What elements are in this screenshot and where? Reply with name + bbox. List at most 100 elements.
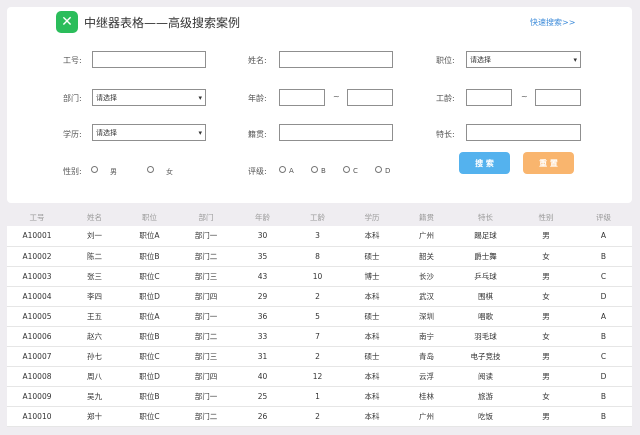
education-select[interactable]: 请选择 ▾ bbox=[92, 124, 206, 141]
table-cell: 部门一 bbox=[177, 306, 235, 327]
grade-c-radio[interactable] bbox=[343, 166, 350, 173]
table-cell: A10002 bbox=[7, 246, 67, 267]
table-cell: 李四 bbox=[67, 286, 122, 307]
age-max-input[interactable] bbox=[347, 89, 393, 106]
hometown-input[interactable] bbox=[279, 124, 393, 141]
table-cell: 男 bbox=[517, 306, 575, 327]
grade-a-radio[interactable] bbox=[279, 166, 286, 173]
table-row[interactable]: A10006 赵六 职位B 部门二 33 7 本科 南宁 羽毛球女 B bbox=[7, 326, 632, 347]
gender-female-text: 女 bbox=[166, 168, 173, 176]
table-cell: 部门四 bbox=[177, 366, 235, 387]
table-row[interactable]: A10007 孙七 职位C 部门三 31 2 硕士 青岛 电子竞技男 C bbox=[7, 346, 632, 367]
table-row[interactable]: A10001 刘一 职位A 部门一 30 3 本科 广州 踢足球男 A bbox=[7, 226, 632, 247]
table-cell: 职位D bbox=[122, 366, 177, 387]
table-row[interactable]: A10010 郑十 职位C 部门二 26 2 本科 广州 吃饭男 B bbox=[7, 406, 632, 427]
table-cell: 30 bbox=[235, 226, 290, 247]
position-select[interactable]: 请选择 ▾ bbox=[466, 51, 581, 68]
table-cell: 36 bbox=[235, 306, 290, 327]
table-cell: 部门一 bbox=[177, 226, 235, 247]
age-label: 年龄: bbox=[248, 94, 267, 103]
table-cell: 硕士 bbox=[345, 306, 399, 327]
table-cell: 韶关 bbox=[399, 246, 454, 267]
table-cell: B bbox=[575, 246, 632, 267]
table-cell: 本科 bbox=[345, 326, 399, 347]
grade-b-text: B bbox=[321, 167, 326, 175]
table-cell: 部门三 bbox=[177, 266, 235, 287]
search-button[interactable]: 搜 索 bbox=[459, 152, 510, 174]
gender-female-radio[interactable] bbox=[147, 166, 154, 173]
grade-d-text: D bbox=[385, 167, 391, 175]
table-cell: A10008 bbox=[7, 366, 67, 387]
table-cell: 广州 bbox=[399, 226, 454, 247]
table-row[interactable]: A10008 周八 职位D 部门四 40 12 本科 云浮 阅读男 D bbox=[7, 366, 632, 387]
table-cell: 职位A bbox=[122, 226, 177, 247]
table-cell: 3 bbox=[290, 226, 345, 247]
table-cell: 男 bbox=[517, 226, 575, 247]
table-row[interactable]: A10009 吴九 职位B 部门一 25 1 本科 桂林 旅游女 B bbox=[7, 386, 632, 407]
table-cell: 王五 bbox=[67, 306, 122, 327]
table-cell: 10 bbox=[290, 266, 345, 287]
table-cell: 赵六 bbox=[67, 326, 122, 347]
table-cell: 电子竞技 bbox=[454, 346, 517, 367]
column-header: 年龄 bbox=[235, 208, 290, 226]
grade-b-radio[interactable] bbox=[311, 166, 318, 173]
tenure-max-input[interactable] bbox=[535, 89, 581, 106]
education-select-value: 请选择 bbox=[96, 128, 117, 137]
table-cell: 男 bbox=[517, 406, 575, 427]
table-cell: 女 bbox=[517, 386, 575, 407]
table-cell: 部门四 bbox=[177, 286, 235, 307]
table-cell: 郑十 bbox=[67, 406, 122, 427]
age-min-input[interactable] bbox=[279, 89, 325, 106]
table-cell: C bbox=[575, 346, 632, 367]
specialty-input[interactable] bbox=[466, 124, 581, 141]
table-cell: 2 bbox=[290, 406, 345, 427]
table-cell: 25 bbox=[235, 386, 290, 407]
table-cell: 吃饭 bbox=[454, 406, 517, 427]
table-cell: 女 bbox=[517, 286, 575, 307]
table-row[interactable]: A10004 李四 职位D 部门四 29 2 本科 武汉 围棋女 D bbox=[7, 286, 632, 307]
table-cell: A10003 bbox=[7, 266, 67, 287]
column-header: 特长 bbox=[454, 208, 517, 226]
table-cell: 1 bbox=[290, 386, 345, 407]
table-row[interactable]: A10005 王五 职位A 部门一 36 5 硕士 深圳 唱歌男 A bbox=[7, 306, 632, 327]
grade-d-radio[interactable] bbox=[375, 166, 382, 173]
dept-label: 部门: bbox=[63, 94, 82, 103]
dept-select[interactable]: 请选择 ▾ bbox=[92, 89, 206, 106]
table-cell: 阅读 bbox=[454, 366, 517, 387]
chevron-down-icon: ▾ bbox=[198, 93, 202, 102]
column-header: 职位 bbox=[122, 208, 177, 226]
table-cell: A10001 bbox=[7, 226, 67, 247]
table-cell: 乒乓球 bbox=[454, 266, 517, 287]
name-input[interactable] bbox=[279, 51, 393, 68]
table-cell: 武汉 bbox=[399, 286, 454, 307]
table-cell: 部门二 bbox=[177, 326, 235, 347]
reset-button[interactable]: 重 置 bbox=[523, 152, 574, 174]
table-cell: B bbox=[575, 386, 632, 407]
column-header: 工号 bbox=[7, 208, 67, 226]
quick-search-link[interactable]: 快速搜索>> bbox=[530, 17, 575, 28]
table-cell: 40 bbox=[235, 366, 290, 387]
gender-label: 性别: bbox=[63, 167, 82, 176]
position-label: 职位: bbox=[436, 56, 455, 65]
table-cell: A10006 bbox=[7, 326, 67, 347]
table-cell: 硕士 bbox=[345, 246, 399, 267]
table-cell: 硕士 bbox=[345, 346, 399, 367]
table-cell: A bbox=[575, 226, 632, 247]
table-row[interactable]: A10002 陈二 职位B 部门二 35 8 硕士 韶关 爵士舞女 B bbox=[7, 246, 632, 267]
table-cell: 刘一 bbox=[67, 226, 122, 247]
emp-id-input[interactable] bbox=[92, 51, 206, 68]
gender-male-radio[interactable] bbox=[91, 166, 98, 173]
table-cell: A10005 bbox=[7, 306, 67, 327]
table-cell: 8 bbox=[290, 246, 345, 267]
table-cell: A10004 bbox=[7, 286, 67, 307]
table-cell: 孙七 bbox=[67, 346, 122, 367]
table-cell: D bbox=[575, 366, 632, 387]
hometown-label: 籍贯: bbox=[248, 130, 267, 139]
table-cell: 张三 bbox=[67, 266, 122, 287]
table-cell: 旅游 bbox=[454, 386, 517, 407]
tenure-min-input[interactable] bbox=[466, 89, 512, 106]
page-title: 中继器表格——高级搜索案例 bbox=[84, 16, 241, 30]
table-row[interactable]: A10003 张三 职位C 部门三 43 10 博士 长沙 乒乓球男 C bbox=[7, 266, 632, 287]
table-cell: 吴九 bbox=[67, 386, 122, 407]
table-cell: 陈二 bbox=[67, 246, 122, 267]
